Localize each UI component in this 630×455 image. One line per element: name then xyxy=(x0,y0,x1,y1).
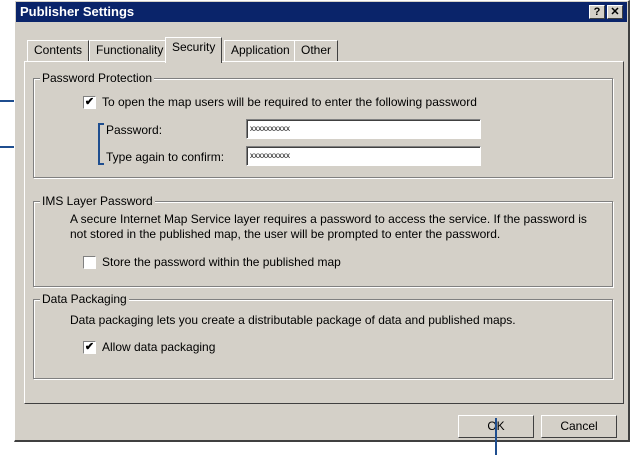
data-packaging-legend: Data Packaging xyxy=(40,292,129,306)
password-required-label: To open the map users will be required t… xyxy=(102,95,477,109)
tab-label: Functionality xyxy=(96,43,164,57)
ims-layer-legend: IMS Layer Password xyxy=(40,194,155,208)
password-protection-legend: Password Protection xyxy=(40,71,155,85)
callout-line-ok xyxy=(495,418,497,455)
confirm-password-label: Type again to confirm: xyxy=(106,150,225,164)
password-field[interactable]: xxxxxxxxxx xyxy=(246,119,481,139)
window-title: Publisher Settings xyxy=(20,4,135,19)
close-button[interactable]: ✕ xyxy=(607,5,623,19)
data-packaging-description: Data packaging lets you create a distrib… xyxy=(70,313,516,327)
callout-bracket-top xyxy=(98,123,104,125)
store-password-checkbox[interactable] xyxy=(83,256,96,269)
tab-application[interactable]: Application xyxy=(224,40,297,61)
tab-functionality[interactable]: Functionality xyxy=(89,40,171,61)
ims-description-line2: not stored in the published map, the use… xyxy=(70,227,501,241)
password-required-checkbox[interactable]: ✔ xyxy=(83,96,96,109)
ims-description-line1: A secure Internet Map Service layer requ… xyxy=(70,212,587,226)
cancel-label: Cancel xyxy=(560,419,598,433)
security-panel: Password Protection ✔ To open the map us… xyxy=(24,61,624,404)
cancel-button[interactable]: Cancel xyxy=(541,415,617,438)
tab-label: Security xyxy=(172,40,216,54)
help-icon: ? xyxy=(593,6,601,18)
allow-data-packaging-label: Allow data packaging xyxy=(102,340,216,354)
data-packaging-group: Data Packaging Data packaging lets you c… xyxy=(33,292,613,379)
title-bar: Publisher Settings ? ✕ xyxy=(16,2,627,22)
tab-other[interactable]: Other xyxy=(294,40,339,61)
tab-label: Contents xyxy=(34,43,83,57)
callout-bracket-bottom xyxy=(98,163,104,165)
help-button[interactable]: ? xyxy=(589,5,605,19)
close-icon: ✕ xyxy=(610,6,620,18)
callout-bracket xyxy=(98,123,100,165)
publisher-settings-dialog: Publisher Settings ? ✕ Contents Function… xyxy=(14,0,630,442)
store-password-label: Store the password within the published … xyxy=(102,255,341,269)
tab-contents[interactable]: Contents xyxy=(27,40,90,61)
tab-label: Application xyxy=(231,43,290,57)
password-protection-group: Password Protection ✔ To open the map us… xyxy=(33,71,613,178)
ims-layer-password-group: IMS Layer Password A secure Internet Map… xyxy=(33,194,613,287)
password-label: Password: xyxy=(106,123,163,137)
tab-label: Other xyxy=(301,43,332,57)
allow-data-packaging-checkbox[interactable]: ✔ xyxy=(83,341,96,354)
tab-security[interactable]: Security xyxy=(165,37,223,63)
confirm-password-field[interactable]: xxxxxxxxxx xyxy=(246,146,481,166)
